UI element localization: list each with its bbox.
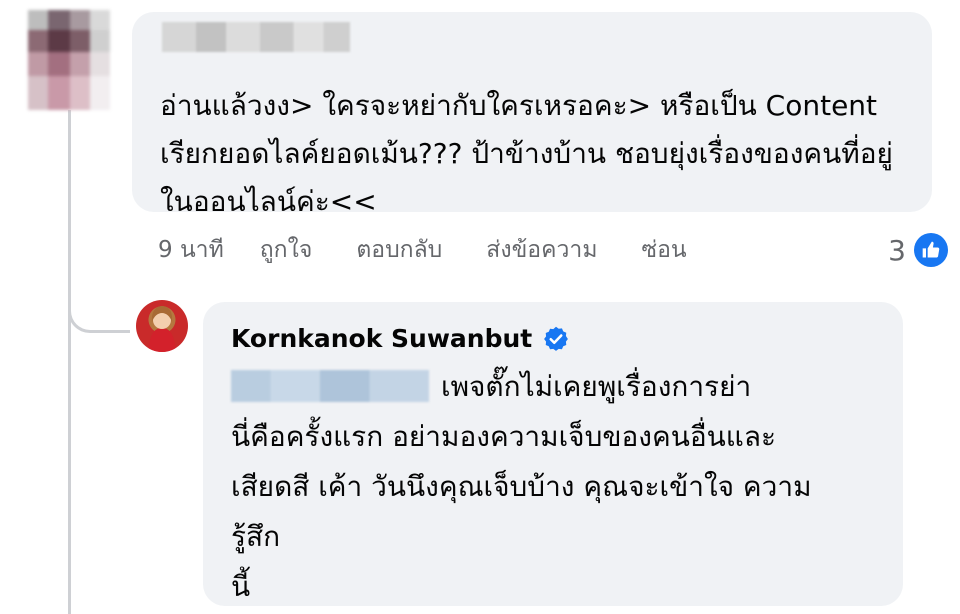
verified-badge-icon xyxy=(542,325,570,353)
reply-author-name[interactable]: Kornkanok Suwanbut xyxy=(231,324,532,353)
comment-timestamp[interactable]: 9 นาที xyxy=(158,232,224,268)
comment-actions-row: 9 นาที ถูกใจ ตอบกลับ ส่งข้อความ ซ่อน 3 xyxy=(158,230,948,270)
hide-button[interactable]: ซ่อน xyxy=(641,232,686,268)
like-button[interactable]: ถูกใจ xyxy=(260,232,313,268)
reply-bubble: Kornkanok Suwanbut เพจตั๊กไม่เคยพูเรื่อง… xyxy=(203,302,903,606)
thread-line xyxy=(68,110,71,614)
reply-author-row: Kornkanok Suwanbut xyxy=(231,324,570,353)
comment-bubble: อ่านแล้วงง> ใครจะหย่ากับใครเหรอคะ> หรือเ… xyxy=(132,12,932,218)
reply-connector xyxy=(68,255,130,333)
send-message-button[interactable]: ส่งข้อความ xyxy=(486,232,597,268)
commenter-avatar-blurred[interactable] xyxy=(28,10,110,110)
comment-text: อ่านแล้วงง> ใครจะหย่ากับใครเหรอคะ> หรือเ… xyxy=(160,89,893,218)
reply-button[interactable]: ตอบกลับ xyxy=(356,232,442,268)
reply-author-avatar[interactable] xyxy=(136,300,188,352)
commenter-name-blurred[interactable] xyxy=(162,22,350,52)
reaction-summary[interactable]: 3 xyxy=(888,230,948,270)
reaction-count: 3 xyxy=(888,233,906,267)
reply-text: เพจตั๊กไม่เคยพูเรื่องการย่า นี่คือครั้งแ… xyxy=(231,370,812,603)
like-icon xyxy=(914,233,948,267)
